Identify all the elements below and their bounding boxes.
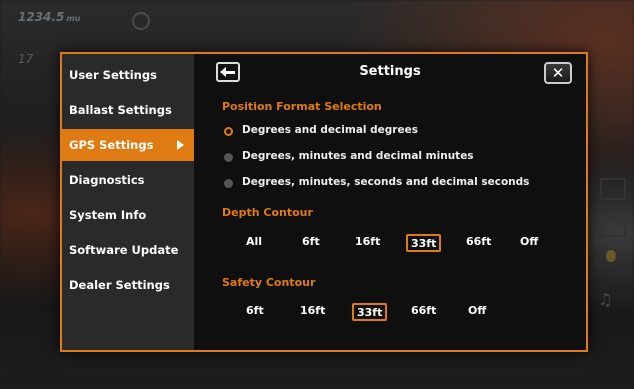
sidebar-item-label: User Settings	[69, 68, 157, 82]
sidebar-item-label: GPS Settings	[69, 138, 154, 152]
sidebar-item-label: Dealer Settings	[69, 278, 170, 292]
background-readout-value: 1234.5	[18, 10, 65, 24]
sidebar-item-system-info[interactable]: System Info	[62, 199, 194, 231]
depth-option-16ft[interactable]: 16ft	[355, 234, 380, 252]
background-readout-unit: mu	[66, 14, 81, 23]
background-readout-2: 17	[18, 52, 34, 66]
safety-option-6ft[interactable]: 6ft	[246, 303, 264, 321]
page-title: Settings	[359, 64, 421, 79]
safety-contour-label: Safety Contour	[222, 276, 316, 289]
radio-button[interactable]	[224, 153, 233, 162]
safety-option-33ft[interactable]: 33ft	[352, 303, 388, 321]
radio-label: Degrees, minutes, seconds and decimal se…	[242, 176, 530, 188]
sidebar-item-label: Software Update	[69, 243, 179, 257]
sidebar-item-ballast-settings[interactable]: Ballast Settings	[62, 94, 194, 126]
depth-option-66ft[interactable]: 66ft	[466, 234, 491, 252]
settings-content: Settings ✕ Position Format Selection Deg…	[194, 54, 586, 350]
background-readout: 1234.5 mu	[18, 10, 80, 24]
radio-label: Degrees, minutes and decimal minutes	[242, 150, 474, 162]
settings-dialog: User Settings Ballast Settings GPS Setti…	[60, 52, 588, 352]
radio-button[interactable]	[224, 179, 233, 188]
depth-option-all[interactable]: All	[246, 234, 262, 252]
position-format-label: Position Format Selection	[222, 100, 382, 113]
depth-option-off[interactable]: Off	[520, 234, 538, 252]
safety-option-66ft[interactable]: 66ft	[411, 303, 436, 321]
sidebar-item-gps-settings[interactable]: GPS Settings	[62, 129, 194, 161]
depth-contour-label: Depth Contour	[222, 206, 313, 219]
chevron-right-icon	[177, 140, 184, 150]
depth-option-33ft[interactable]: 33ft	[406, 234, 442, 252]
map-icon	[600, 178, 626, 200]
settings-sidebar: User Settings Ballast Settings GPS Setti…	[62, 54, 194, 350]
safety-option-off[interactable]: Off	[468, 303, 486, 321]
screen-icon	[600, 215, 626, 237]
safety-option-16ft[interactable]: 16ft	[300, 303, 325, 321]
sidebar-item-label: System Info	[69, 208, 147, 222]
sidebar-item-label: Ballast Settings	[69, 103, 172, 117]
sidebar-item-software-update[interactable]: Software Update	[62, 234, 194, 266]
radio-button-selected[interactable]	[224, 127, 233, 136]
sidebar-item-diagnostics[interactable]: Diagnostics	[62, 164, 194, 196]
close-button[interactable]: ✕	[544, 62, 572, 84]
sidebar-item-label: Diagnostics	[69, 173, 145, 187]
music-icon: ♫	[598, 290, 613, 309]
close-icon: ✕	[551, 64, 565, 82]
light-icon	[606, 250, 616, 262]
gear-icon	[132, 12, 150, 30]
sidebar-item-dealer-settings[interactable]: Dealer Settings	[62, 269, 194, 301]
depth-option-6ft[interactable]: 6ft	[302, 234, 320, 252]
radio-label: Degrees and decimal degrees	[242, 124, 418, 136]
sidebar-item-user-settings[interactable]: User Settings	[62, 59, 194, 91]
